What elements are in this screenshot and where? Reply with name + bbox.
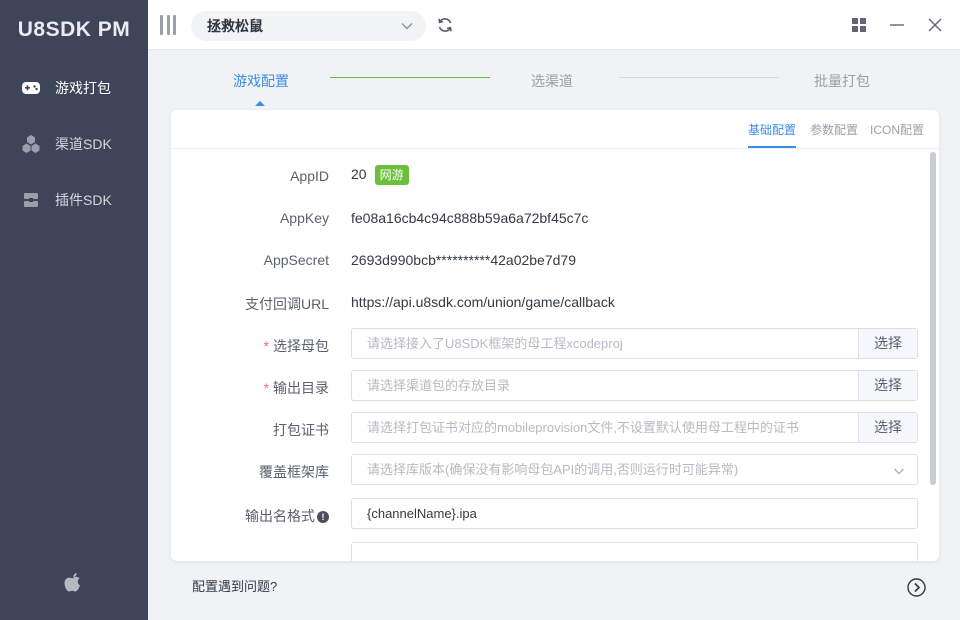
close-icon[interactable] xyxy=(926,16,944,34)
name-format-label: 输出名格式! xyxy=(171,506,329,526)
grid-icon[interactable] xyxy=(850,16,868,34)
game-type-badge: 网游 xyxy=(374,165,409,185)
cubes-icon xyxy=(20,133,42,155)
project-select[interactable]: 拯救松鼠 xyxy=(191,11,426,41)
menu-toggle-icon[interactable] xyxy=(160,15,176,35)
required-mark: * xyxy=(263,380,269,396)
gamepad-icon xyxy=(20,77,42,99)
apple-icon xyxy=(63,572,85,596)
sidebar-item-label: 游戏打包 xyxy=(55,80,111,96)
config-subtabs: 基础配置 参数配置 ICON配置 xyxy=(171,110,939,149)
project-select-value: 拯救松鼠 xyxy=(207,18,263,34)
step-game-config[interactable]: 游戏配置 xyxy=(233,71,289,91)
output-dir-label: * 输出目录 xyxy=(263,380,329,396)
cert-label: 打包证书 xyxy=(273,422,329,438)
sidebar-item-game-package[interactable]: 游戏打包 xyxy=(0,68,148,108)
step-select-channel[interactable]: 选渠道 xyxy=(531,71,573,91)
plugin-icon xyxy=(20,189,42,211)
tab-icon-config[interactable]: ICON配置 xyxy=(870,121,924,138)
cert-choose-button[interactable]: 选择 xyxy=(858,413,917,442)
parent-package-field[interactable]: 请选择接入了U8SDK框架的母工程xcodeproj 选择 xyxy=(351,328,918,359)
appid-value: 20 网游 xyxy=(351,165,409,185)
required-mark: * xyxy=(263,338,269,354)
parent-package-input[interactable]: 请选择接入了U8SDK框架的母工程xcodeproj xyxy=(352,329,858,358)
cert-input[interactable]: 请选择打包证书对应的mobileprovision文件,不设置默认使用母工程中的… xyxy=(352,413,858,442)
output-dir-field[interactable]: 请选择渠道包的存放目录 选择 xyxy=(351,370,918,401)
active-step-caret xyxy=(255,101,265,106)
name-format-field[interactable]: {channelName}.ipa xyxy=(351,498,918,529)
step-batch-package[interactable]: 批量打包 xyxy=(814,71,870,91)
parent-package-choose-button[interactable]: 选择 xyxy=(858,329,917,358)
appid-label: AppID xyxy=(290,168,329,184)
output-dir-choose-button[interactable]: 选择 xyxy=(858,371,917,400)
tab-basic-config[interactable]: 基础配置 xyxy=(748,121,796,138)
appsecret-value: 2693d990bcb**********42a02be7d79 xyxy=(351,252,576,268)
active-tab-underline xyxy=(748,146,796,148)
appkey-label: AppKey xyxy=(279,210,329,226)
framework-label: 覆盖框架库 xyxy=(259,464,329,480)
callback-url-label: 支付回调URL xyxy=(244,296,329,312)
appkey-value: fe08a16cb4c94c888b59a6a72bf45c7c xyxy=(351,210,589,226)
sidebar-item-label: 渠道SDK xyxy=(55,136,112,152)
cert-field[interactable]: 请选择打包证书对应的mobileprovision文件,不设置默认使用母工程中的… xyxy=(351,412,918,443)
info-icon[interactable]: ! xyxy=(317,511,329,523)
sidebar: U8SDK PM 游戏打包 渠道SDK 插件SDK xyxy=(0,0,148,620)
config-help-link[interactable]: 配置遇到问题? xyxy=(192,576,277,595)
framework-select[interactable]: 请选择库版本(确保没有影响母包API的调用,否则运行时可能异常) xyxy=(351,454,918,485)
config-card: 基础配置 参数配置 ICON配置 AppID 20 网游 AppKey fe08a… xyxy=(171,110,939,561)
sidebar-item-plugin-sdk[interactable]: 插件SDK xyxy=(0,180,148,220)
sidebar-item-channel-sdk[interactable]: 渠道SDK xyxy=(0,124,148,164)
output-dir-input[interactable]: 请选择渠道包的存放目录 xyxy=(352,371,858,400)
sidebar-item-label: 插件SDK xyxy=(55,192,112,208)
top-bar: 拯救松鼠 xyxy=(148,0,960,50)
next-field[interactable] xyxy=(351,542,918,561)
app-brand: U8SDK PM xyxy=(17,18,131,41)
appid-number: 20 xyxy=(351,166,367,182)
step-connector xyxy=(619,77,779,78)
chevron-down-icon xyxy=(893,464,905,482)
name-format-input[interactable]: {channelName}.ipa xyxy=(352,499,917,528)
framework-select-value[interactable]: 请选择库版本(确保没有影响母包API的调用,否则运行时可能异常) xyxy=(352,455,917,484)
refresh-icon[interactable] xyxy=(436,16,454,34)
tab-param-config[interactable]: 参数配置 xyxy=(810,121,858,138)
callback-url-value: https://api.u8sdk.com/union/game/callbac… xyxy=(351,294,615,310)
scrollbar[interactable] xyxy=(930,152,936,485)
minimize-icon[interactable] xyxy=(888,16,906,34)
parent-package-label: * 选择母包 xyxy=(263,338,329,354)
chevron-down-icon xyxy=(400,19,414,36)
appsecret-label: AppSecret xyxy=(263,252,329,268)
next-arrow-icon[interactable] xyxy=(907,578,926,597)
step-connector xyxy=(330,77,490,78)
